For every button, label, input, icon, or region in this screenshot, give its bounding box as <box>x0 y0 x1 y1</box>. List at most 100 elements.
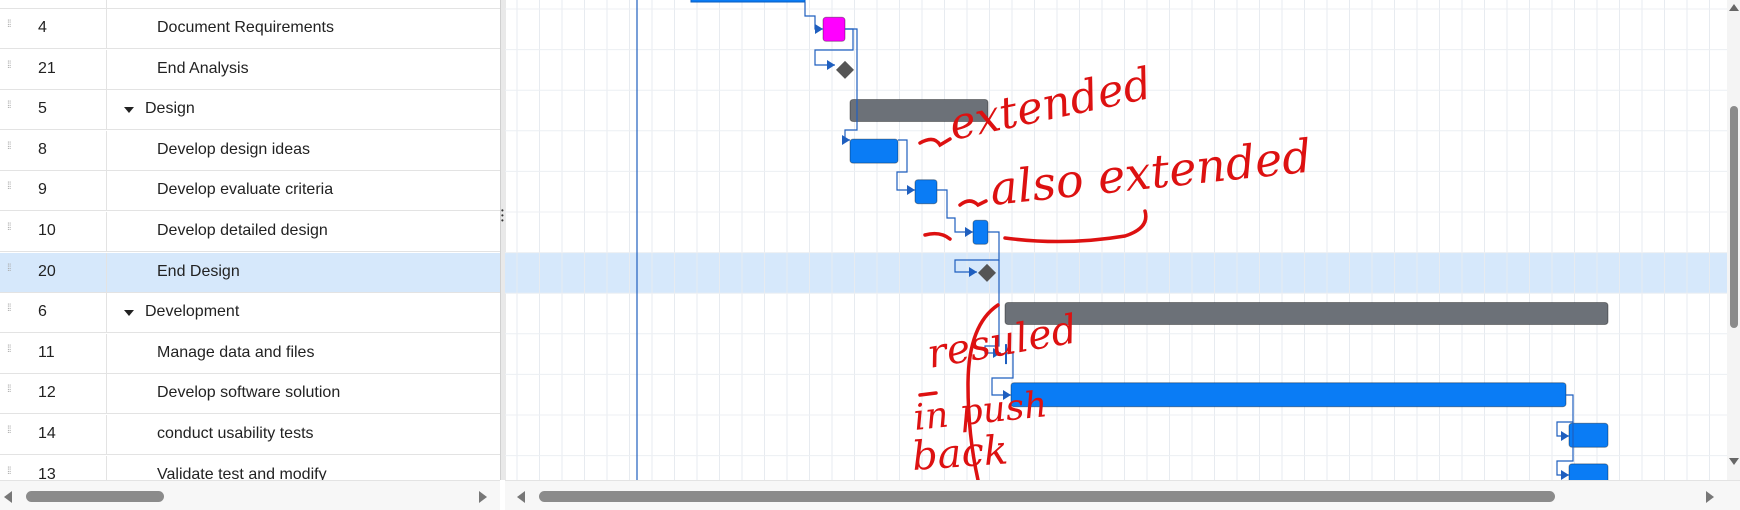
task-id: 10 <box>38 222 56 239</box>
task-name: Develop design ideas <box>157 140 310 158</box>
dependency-arrow <box>907 185 915 195</box>
grid-row[interactable]: ⁞⁞ 12 Develop software solution <box>0 374 500 415</box>
chart-horizontal-scroll-thumb[interactable] <box>539 491 1555 502</box>
column-divider <box>106 333 107 374</box>
task-id: 6 <box>38 303 47 321</box>
task-bar[interactable] <box>849 138 899 164</box>
task-bar[interactable] <box>1010 382 1567 408</box>
drag-handle-icon[interactable]: ⁞⁞ <box>7 385 13 401</box>
column-divider <box>106 130 107 171</box>
dependency-link <box>937 189 973 233</box>
grid-horizontal-scroll-thumb[interactable] <box>26 491 164 502</box>
drag-handle-icon[interactable]: ⁞⁞ <box>7 426 13 442</box>
drag-handle-icon[interactable]: ⁞⁞ <box>7 263 13 280</box>
drag-handle-icon[interactable]: ⁞⁞ <box>7 60 13 77</box>
grid-row[interactable]: ⁞⁞ 5 Design <box>0 90 500 131</box>
task-name: Document Requirements <box>157 19 334 36</box>
dependency-arrow <box>1561 431 1569 441</box>
task-name: conduct usability tests <box>157 425 314 442</box>
grid-row[interactable]: ⁞⁞ 14 conduct usability tests <box>0 415 500 455</box>
handwritten-annotation: back <box>910 427 1009 480</box>
task-name: Develop detailed design <box>157 222 328 239</box>
column-divider <box>106 374 107 415</box>
annotation-stroke <box>958 199 988 208</box>
annotation-stroke <box>918 137 952 148</box>
column-divider <box>106 49 107 90</box>
task-id: 21 <box>38 59 56 77</box>
task-id: 9 <box>38 181 47 199</box>
task-name: Design <box>145 100 195 118</box>
grid-row[interactable]: ⁞⁞ 6 Development <box>0 293 500 334</box>
drag-handle-icon[interactable]: ⁞⁞ <box>7 223 13 239</box>
collapse-caret-icon[interactable] <box>124 310 134 317</box>
scroll-up-icon[interactable] <box>1729 4 1739 11</box>
vertical-scrollbar[interactable] <box>1727 0 1740 480</box>
chart-horizontal-scrollbar[interactable] <box>505 480 1740 510</box>
drag-handle-icon[interactable]: ⁞⁞ <box>7 466 13 480</box>
summary-bar[interactable] <box>1004 302 1609 325</box>
task-name: End Design <box>157 262 240 280</box>
task-bar[interactable] <box>972 219 989 245</box>
selected-row-band <box>505 252 1727 294</box>
dependency-arrow <box>842 135 850 145</box>
grid-row[interactable]: ⁞⁞ 11 Manage data and files <box>0 333 500 374</box>
task-grid: ⁞⁞ 4 Document Requirements ⁞⁞ 21 End Analysis… <box>0 0 500 480</box>
grid-scroll-right-icon[interactable] <box>479 491 487 503</box>
task-id: 20 <box>38 262 56 280</box>
task-id: 13 <box>38 465 56 480</box>
task-name: End Analysis <box>157 59 249 77</box>
task-bar[interactable] <box>914 179 938 205</box>
task-name: Validate test and modify <box>157 465 327 480</box>
grid-row-partial <box>0 0 500 9</box>
column-divider <box>106 252 107 293</box>
column-divider <box>106 9 107 49</box>
grid-row[interactable]: ⁞⁞ 8 Develop design ideas <box>0 130 500 171</box>
grid-row[interactable]: ⁞⁞ 20 End Design <box>0 252 500 293</box>
task-bar[interactable] <box>1568 463 1609 480</box>
splitter-handle-icon[interactable]: • • • <box>501 207 504 225</box>
grid-row[interactable]: ⁞⁞ 13 Validate test and modify <box>0 455 500 480</box>
drag-handle-icon[interactable]: ⁞⁞ <box>7 304 13 320</box>
drag-handle-icon[interactable]: ⁞⁞ <box>7 141 13 158</box>
task-name: Develop evaluate criteria <box>157 181 334 199</box>
dependency-arrow <box>965 227 973 237</box>
grid-horizontal-scrollbar[interactable] <box>0 480 500 510</box>
chart-scroll-right-icon[interactable] <box>1706 491 1714 503</box>
grid-row[interactable]: ⁞⁞ 10 Develop detailed design <box>0 212 500 252</box>
drag-handle-icon[interactable]: ⁞⁞ <box>7 101 13 117</box>
drag-handle-icon[interactable]: ⁞⁞ <box>7 20 13 36</box>
task-bar[interactable] <box>822 16 846 42</box>
grid-row[interactable]: ⁞⁞ 4 Document Requirements <box>0 9 500 49</box>
task-id: 5 <box>38 100 47 118</box>
grid-row[interactable]: ⁞⁞ 21 End Analysis <box>0 49 500 90</box>
dependency-arrow <box>815 24 823 34</box>
gantt-chart: extended also extended resuled in push back <box>505 0 1727 480</box>
task-name: Manage data and files <box>157 343 315 361</box>
task-bar-partial[interactable] <box>690 0 806 3</box>
task-id: 8 <box>38 140 47 158</box>
scroll-down-icon[interactable] <box>1729 458 1739 465</box>
grid-scroll-left-icon[interactable] <box>4 491 12 503</box>
vertical-scroll-thumb[interactable] <box>1730 106 1738 328</box>
task-id: 14 <box>38 425 56 442</box>
column-divider <box>106 293 107 334</box>
annotation-stroke <box>923 231 952 241</box>
handwritten-annotation: also extended <box>988 129 1315 216</box>
task-bar[interactable] <box>1568 422 1609 448</box>
column-divider <box>106 455 107 480</box>
column-divider <box>106 0 107 9</box>
collapse-caret-icon[interactable] <box>124 107 134 114</box>
task-id: 4 <box>38 19 47 36</box>
column-divider <box>106 212 107 252</box>
grid-row[interactable]: ⁞⁞ 9 Develop evaluate criteria <box>0 171 500 212</box>
drag-handle-icon[interactable]: ⁞⁞ <box>7 182 13 198</box>
task-name: Develop software solution <box>157 384 341 402</box>
column-divider <box>106 171 107 212</box>
drag-handle-icon[interactable]: ⁞⁞ <box>7 344 13 361</box>
milestone-diamond[interactable] <box>836 60 854 79</box>
task-id: 12 <box>38 384 56 402</box>
column-divider <box>106 415 107 455</box>
chart-scroll-left-icon[interactable] <box>517 491 525 503</box>
task-name: Development <box>145 303 240 321</box>
dependency-link <box>804 2 823 30</box>
